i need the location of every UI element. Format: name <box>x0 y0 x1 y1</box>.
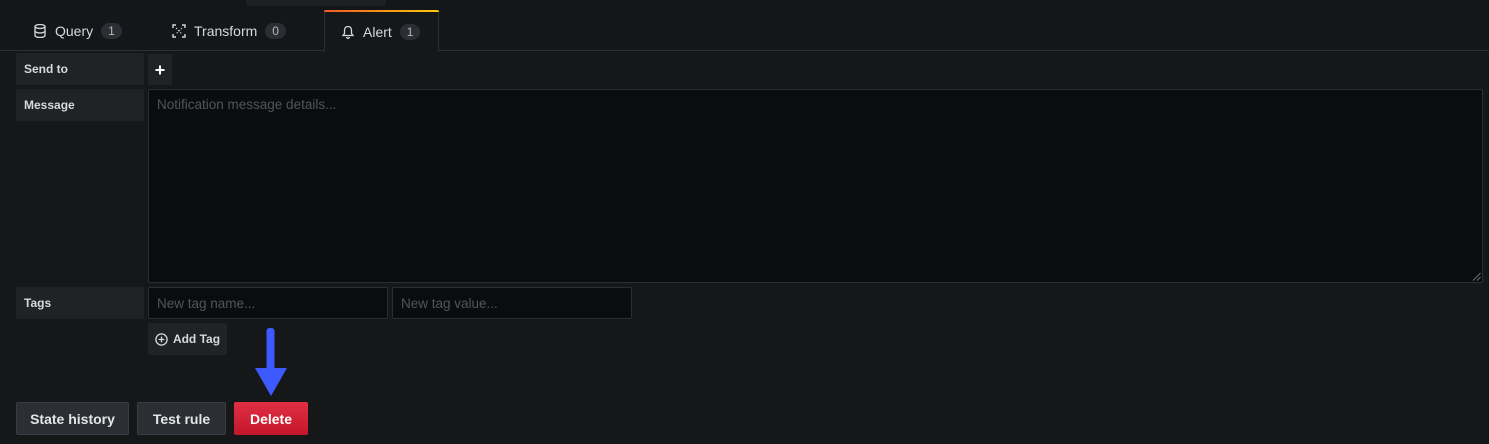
test-rule-button[interactable]: Test rule <box>137 402 226 435</box>
tab-alert[interactable]: Alert 1 <box>324 10 439 52</box>
tab-alert-label: Alert <box>363 23 392 40</box>
tab-alert-count: 1 <box>399 23 421 40</box>
tab-transform-label: Transform <box>194 22 258 39</box>
bell-icon <box>341 25 355 39</box>
panel-editor-tabbar: Query 1 Transform 0 Alert 1 <box>0 0 1489 52</box>
tab-query-label: Query <box>55 22 94 39</box>
tag-name-input[interactable] <box>148 287 388 319</box>
tag-value-input[interactable] <box>392 287 632 319</box>
tab-transform-count: 0 <box>265 22 286 39</box>
database-icon <box>33 23 47 38</box>
arrow-down-icon <box>255 328 287 396</box>
tab-query[interactable]: Query 1 <box>17 10 138 51</box>
state-history-button[interactable]: State history <box>16 402 129 435</box>
add-tag-button[interactable]: Add Tag <box>148 323 227 355</box>
delete-label: Delete <box>249 410 293 427</box>
plus-circle-icon <box>155 332 168 346</box>
state-history-label: State history <box>30 410 115 427</box>
add-notification-button[interactable] <box>148 54 172 85</box>
add-tag-label: Add Tag <box>172 332 221 346</box>
plus-icon <box>155 65 165 74</box>
tab-query-count: 1 <box>101 22 122 39</box>
message-label: Message <box>16 89 144 121</box>
test-rule-label: Test rule <box>152 410 211 427</box>
transform-icon <box>172 23 186 38</box>
tabbar-shadow <box>246 0 386 6</box>
resize-grip-icon[interactable] <box>1472 272 1481 281</box>
tab-transform[interactable]: Transform 0 <box>156 10 302 51</box>
send-to-label: Send to <box>16 53 144 85</box>
tags-label: Tags <box>16 287 144 319</box>
delete-button[interactable]: Delete <box>234 402 308 435</box>
message-textarea[interactable] <box>148 89 1483 283</box>
